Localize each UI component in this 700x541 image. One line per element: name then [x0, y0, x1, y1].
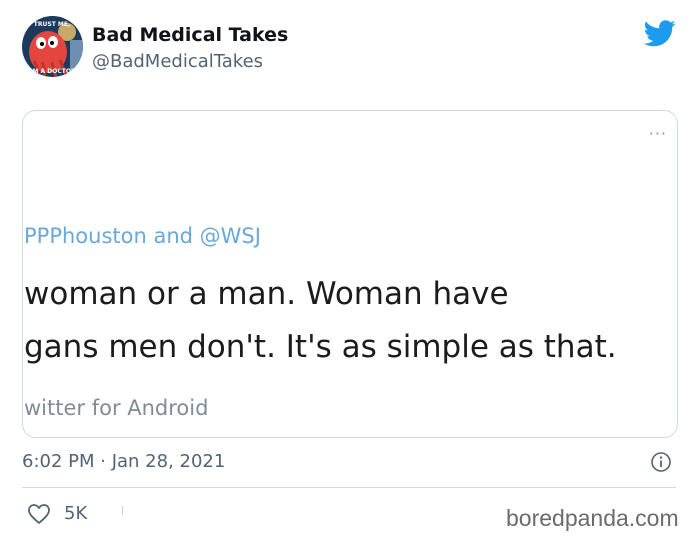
- like-count[interactable]: 5K: [64, 503, 87, 524]
- embedded-tweet-screenshot[interactable]: ··· PPPhouston and @WSJ woman or a man. …: [22, 110, 678, 438]
- info-icon[interactable]: [651, 452, 671, 472]
- embedded-text-line-2: gans men don't. It's as simple as that.: [24, 329, 617, 365]
- avatar-text-bottom: I'M A DOCTOR: [28, 68, 76, 75]
- avatar-text-top: TRUST ME,: [34, 21, 70, 28]
- timestamp[interactable]: 6:02 PM · Jan 28, 2021: [22, 451, 225, 472]
- handle[interactable]: @BadMedicalTakes: [92, 51, 263, 72]
- action-separator: [122, 506, 123, 515]
- embedded-mentions: PPPhouston and @WSJ: [24, 224, 261, 248]
- avatar[interactable]: TRUST ME, I'M A DOCTOR: [22, 16, 83, 77]
- tweet-card: TRUST ME, I'M A DOCTOR Bad Medical Takes…: [0, 0, 700, 541]
- embedded-text-line-1: woman or a man. Woman have: [24, 276, 509, 312]
- watermark: boredpanda.com: [506, 505, 679, 531]
- more-dots-icon[interactable]: ···: [649, 126, 667, 142]
- embedded-source: witter for Android: [24, 396, 209, 420]
- display-name[interactable]: Bad Medical Takes: [92, 24, 288, 46]
- twitter-bird-icon[interactable]: [644, 20, 676, 47]
- zoidberg-avatar-icon: TRUST ME, I'M A DOCTOR: [22, 16, 83, 77]
- divider: [22, 487, 676, 488]
- heart-icon[interactable]: [27, 503, 51, 525]
